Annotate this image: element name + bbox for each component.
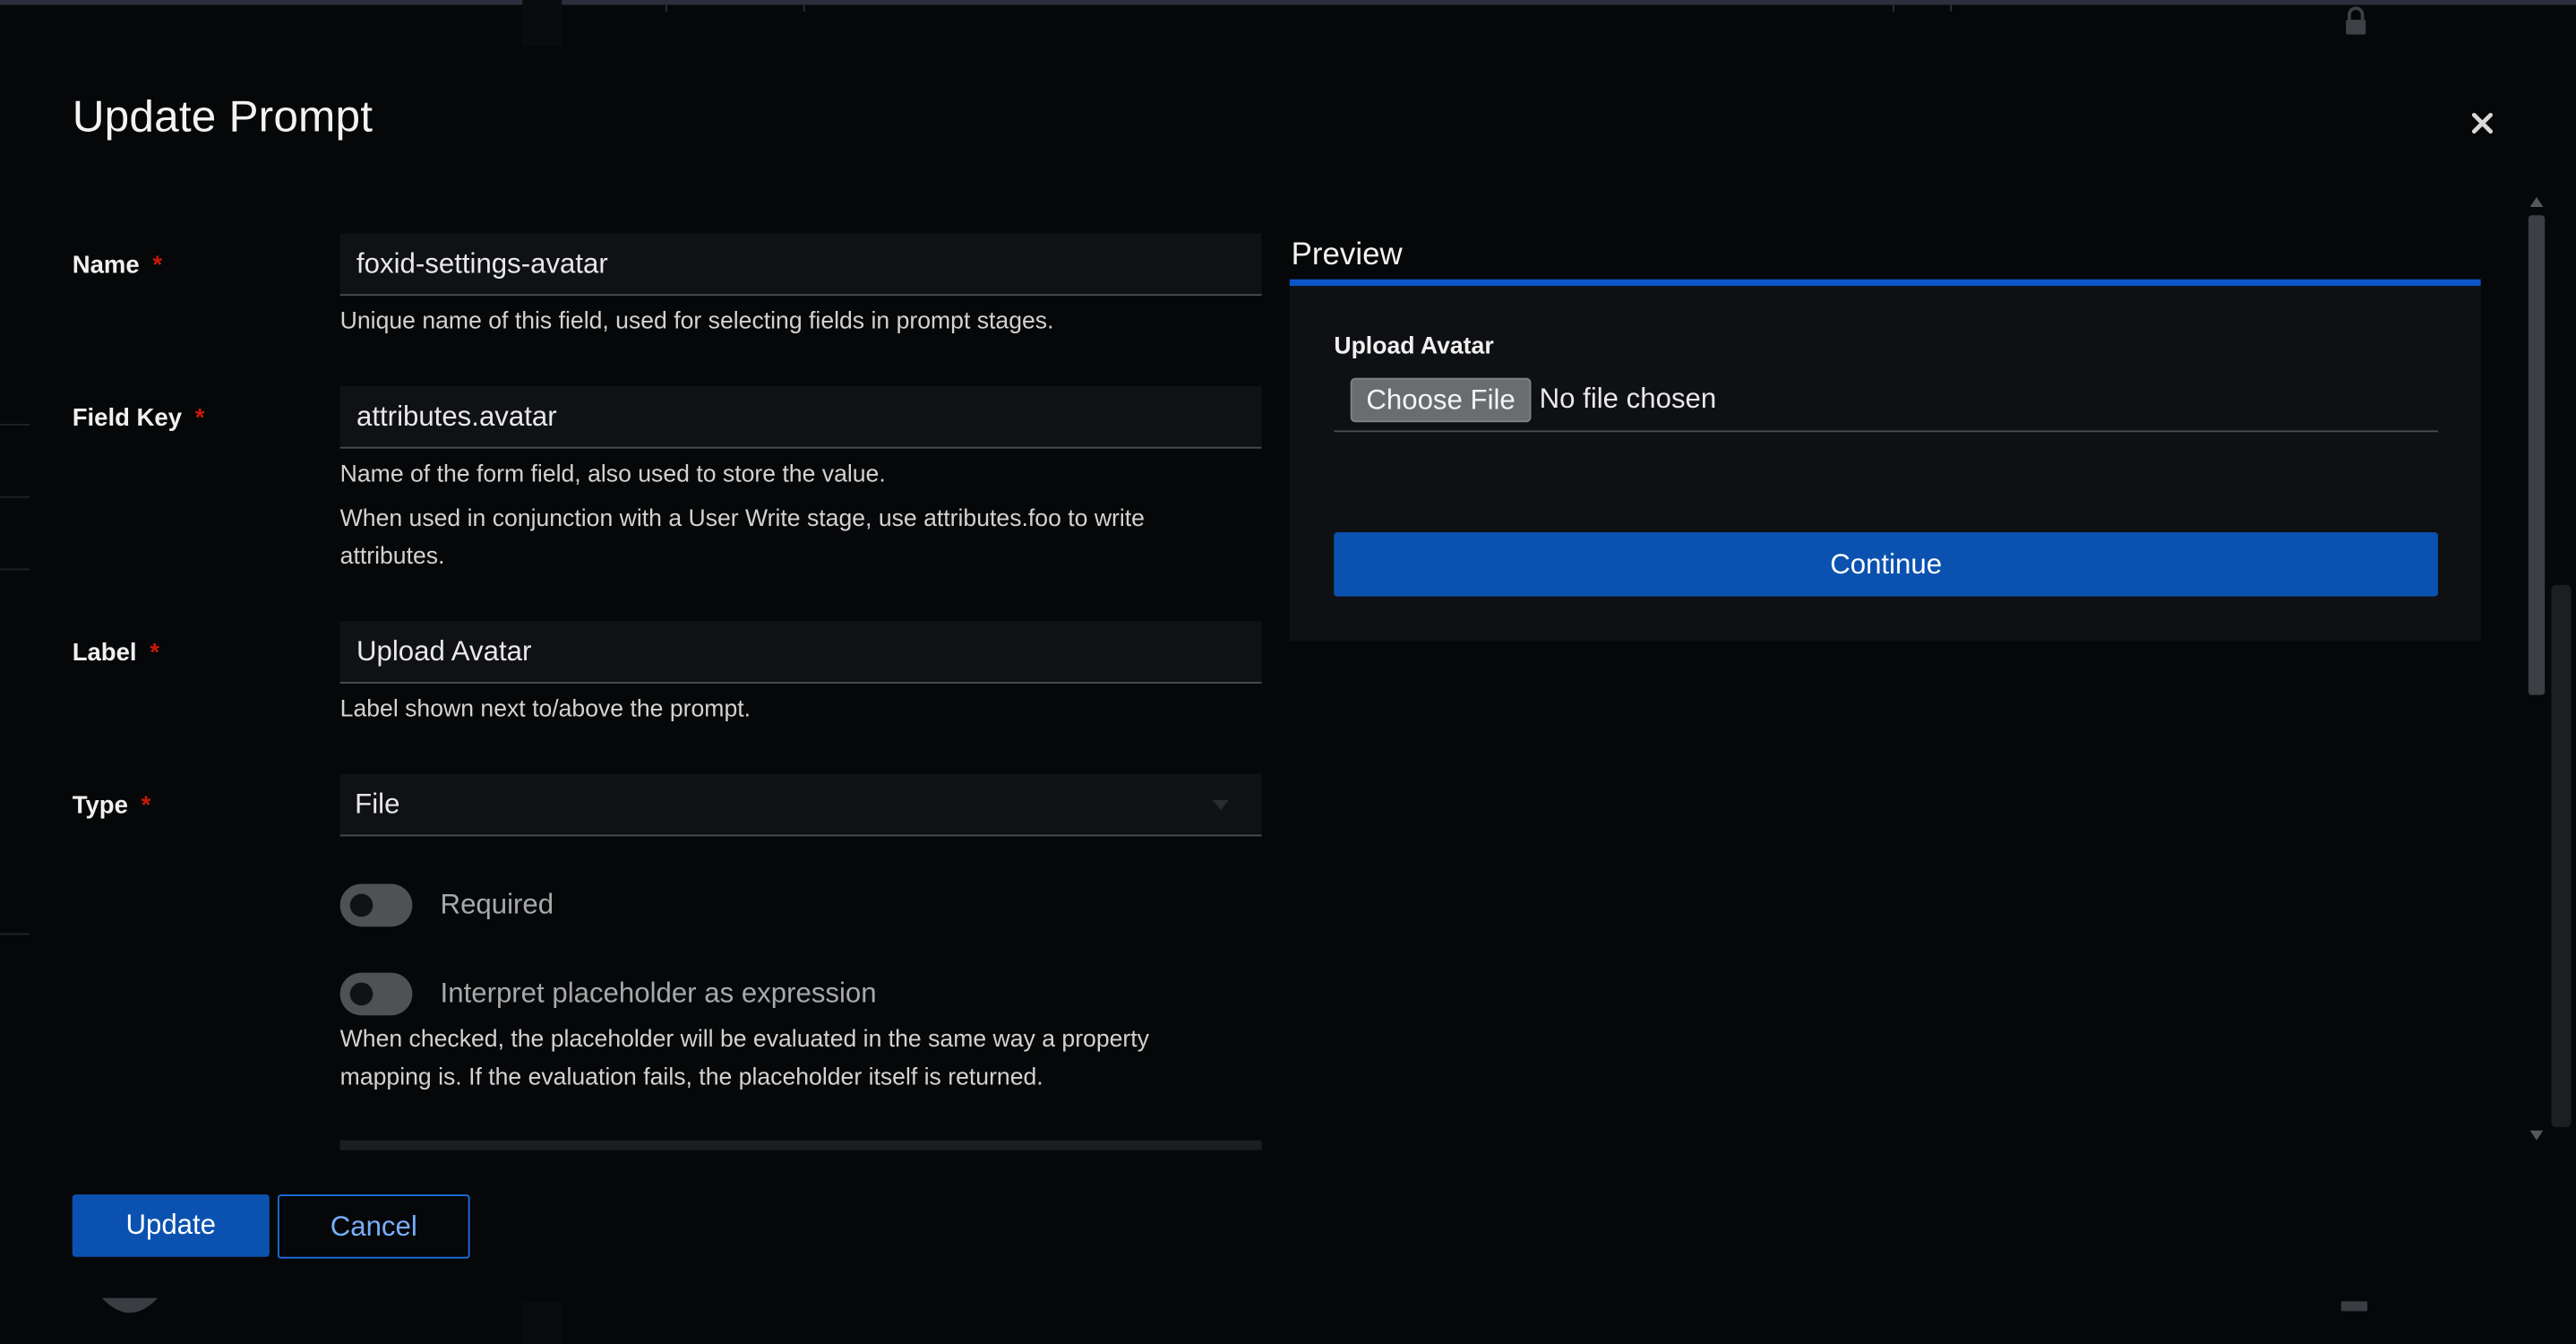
next-field-partial bbox=[339, 1140, 1262, 1150]
lock-icon bbox=[2346, 6, 2366, 35]
placeholder-expression-toggle-label: Interpret placeholder as expression bbox=[440, 978, 877, 1009]
label-label-text: Label bbox=[72, 639, 137, 668]
required-asterisk: * bbox=[150, 639, 159, 668]
placeholder-expression-toggle[interactable] bbox=[339, 972, 413, 1016]
required-asterisk: * bbox=[194, 404, 205, 433]
update-button[interactable]: Update bbox=[72, 1194, 270, 1257]
background-divider bbox=[1950, 0, 1953, 12]
background-tick bbox=[0, 495, 30, 498]
app-stage: Update Prompt Name * Unique name of this … bbox=[0, 0, 2576, 1344]
background-divider bbox=[803, 0, 805, 12]
choose-file-button[interactable]: Choose File bbox=[1350, 377, 1532, 423]
background-tick bbox=[0, 933, 30, 935]
modal-title: Update Prompt bbox=[72, 91, 374, 142]
scroll-down-icon[interactable] bbox=[2529, 1130, 2544, 1141]
type-label-text: Type bbox=[72, 791, 128, 821]
preview-field-label: Upload Avatar bbox=[1334, 333, 1494, 360]
name-input[interactable] bbox=[339, 233, 1262, 297]
field-key-helper-text-2: When used in conjunction with a User Wri… bbox=[339, 505, 1145, 571]
required-toggle-label: Required bbox=[440, 889, 554, 920]
label-helper-text: Label shown next to/above the prompt. bbox=[339, 696, 751, 723]
modal-scrollbar-thumb[interactable] bbox=[2528, 215, 2546, 695]
type-select[interactable]: File bbox=[339, 773, 1262, 837]
required-asterisk: * bbox=[141, 791, 151, 821]
background-divider bbox=[665, 0, 667, 12]
preview-title: Preview bbox=[1291, 237, 1403, 273]
background-avatar-icon bbox=[101, 1297, 159, 1314]
background-panel bbox=[522, 0, 562, 47]
label-input[interactable] bbox=[339, 621, 1262, 684]
type-field-label: Type * bbox=[73, 792, 151, 820]
file-status-text: No file chosen bbox=[1539, 383, 1717, 415]
name-label-text: Name bbox=[72, 251, 140, 280]
background-divider bbox=[1892, 0, 1894, 12]
cancel-button[interactable]: Cancel bbox=[277, 1194, 470, 1259]
caret-down-icon bbox=[1212, 800, 1229, 811]
type-select-value: File bbox=[355, 788, 400, 821]
page-scrollbar[interactable] bbox=[2551, 584, 2572, 1127]
field-key-label-text: Field Key bbox=[72, 404, 183, 433]
background-panel bbox=[522, 1301, 562, 1344]
close-icon[interactable] bbox=[2464, 105, 2500, 141]
background-tick bbox=[0, 568, 30, 571]
field-key-helper-text: Name of the form field, also used to sto… bbox=[339, 461, 886, 488]
required-asterisk: * bbox=[152, 251, 163, 280]
background-handle bbox=[2340, 1301, 2368, 1312]
required-toggle[interactable] bbox=[339, 883, 413, 927]
name-helper-text: Unique name of this field, used for sele… bbox=[339, 308, 1054, 336]
background-top-strip bbox=[0, 0, 2576, 5]
toggle-knob bbox=[349, 893, 374, 918]
placeholder-expression-helper-text: When checked, the placeholder will be ev… bbox=[339, 1027, 1149, 1091]
background-tick bbox=[0, 424, 30, 426]
label-field-label: Label * bbox=[73, 639, 159, 667]
continue-button[interactable]: Continue bbox=[1334, 532, 2438, 597]
field-key-label: Field Key * bbox=[73, 404, 205, 432]
name-field-label: Name * bbox=[73, 252, 162, 280]
field-key-input[interactable] bbox=[339, 385, 1262, 449]
scroll-up-icon[interactable] bbox=[2529, 197, 2544, 208]
toggle-knob bbox=[349, 982, 374, 1006]
